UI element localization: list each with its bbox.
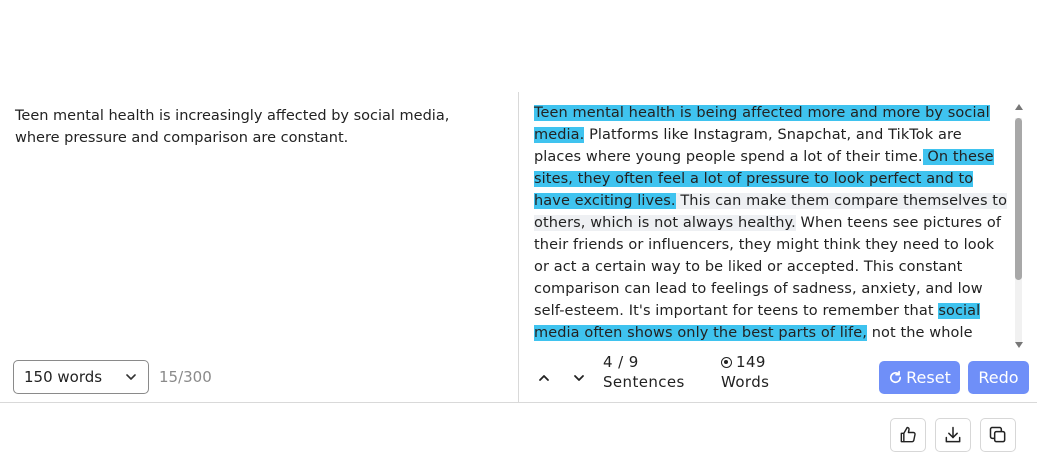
output-text[interactable]: Teen mental health is being affected mor… — [534, 102, 1010, 342]
copy-icon — [989, 426, 1006, 443]
words-count: 149 — [736, 353, 766, 371]
sentence: Platforms like Instagram, Snapchat, and … — [534, 127, 962, 165]
scroll-up-arrow-icon[interactable] — [1015, 104, 1023, 110]
output-scrollbar[interactable] — [1013, 104, 1025, 348]
output-box: Teen mental health is being affected mor… — [519, 100, 1013, 342]
sentences-stat: 4 / 9 Sentences — [603, 352, 685, 392]
footer-divider — [0, 402, 1037, 403]
words-stat: 149 Words — [721, 352, 769, 392]
scroll-thumb[interactable] — [1015, 118, 1022, 280]
sentences-label: Sentences — [603, 373, 685, 391]
redo-button[interactable]: Redo — [968, 361, 1029, 394]
thumbs-up-icon — [900, 426, 916, 443]
chevron-down-icon — [574, 375, 584, 381]
output-pane: Teen mental health is being affected mor… — [519, 92, 1037, 402]
scroll-track[interactable] — [1015, 118, 1022, 342]
thumbs-up-button[interactable] — [890, 418, 926, 452]
next-sentence-button[interactable] — [567, 366, 591, 390]
chevron-up-icon — [539, 375, 549, 381]
words-label: Words — [721, 373, 770, 391]
length-select-value: 150 words — [24, 368, 103, 386]
reset-icon — [890, 370, 902, 384]
download-icon — [945, 426, 961, 443]
redo-label: Redo — [978, 368, 1019, 387]
download-button[interactable] — [935, 418, 971, 452]
scroll-down-arrow-icon[interactable] — [1015, 342, 1023, 348]
radio-icon — [721, 357, 732, 368]
sentences-count: 4 / 9 — [603, 353, 639, 371]
length-select[interactable]: 150 words — [13, 360, 149, 394]
input-pane: Teen mental health is increasingly affec… — [0, 92, 518, 402]
copy-button[interactable] — [980, 418, 1016, 452]
input-text[interactable]: Teen mental health is increasingly affec… — [15, 105, 485, 149]
char-count: 15/300 — [159, 368, 212, 386]
reset-button[interactable]: Reset — [879, 361, 960, 394]
reset-label: Reset — [906, 368, 951, 387]
previous-sentence-button[interactable] — [532, 366, 556, 390]
chevron-down-icon — [126, 374, 136, 380]
